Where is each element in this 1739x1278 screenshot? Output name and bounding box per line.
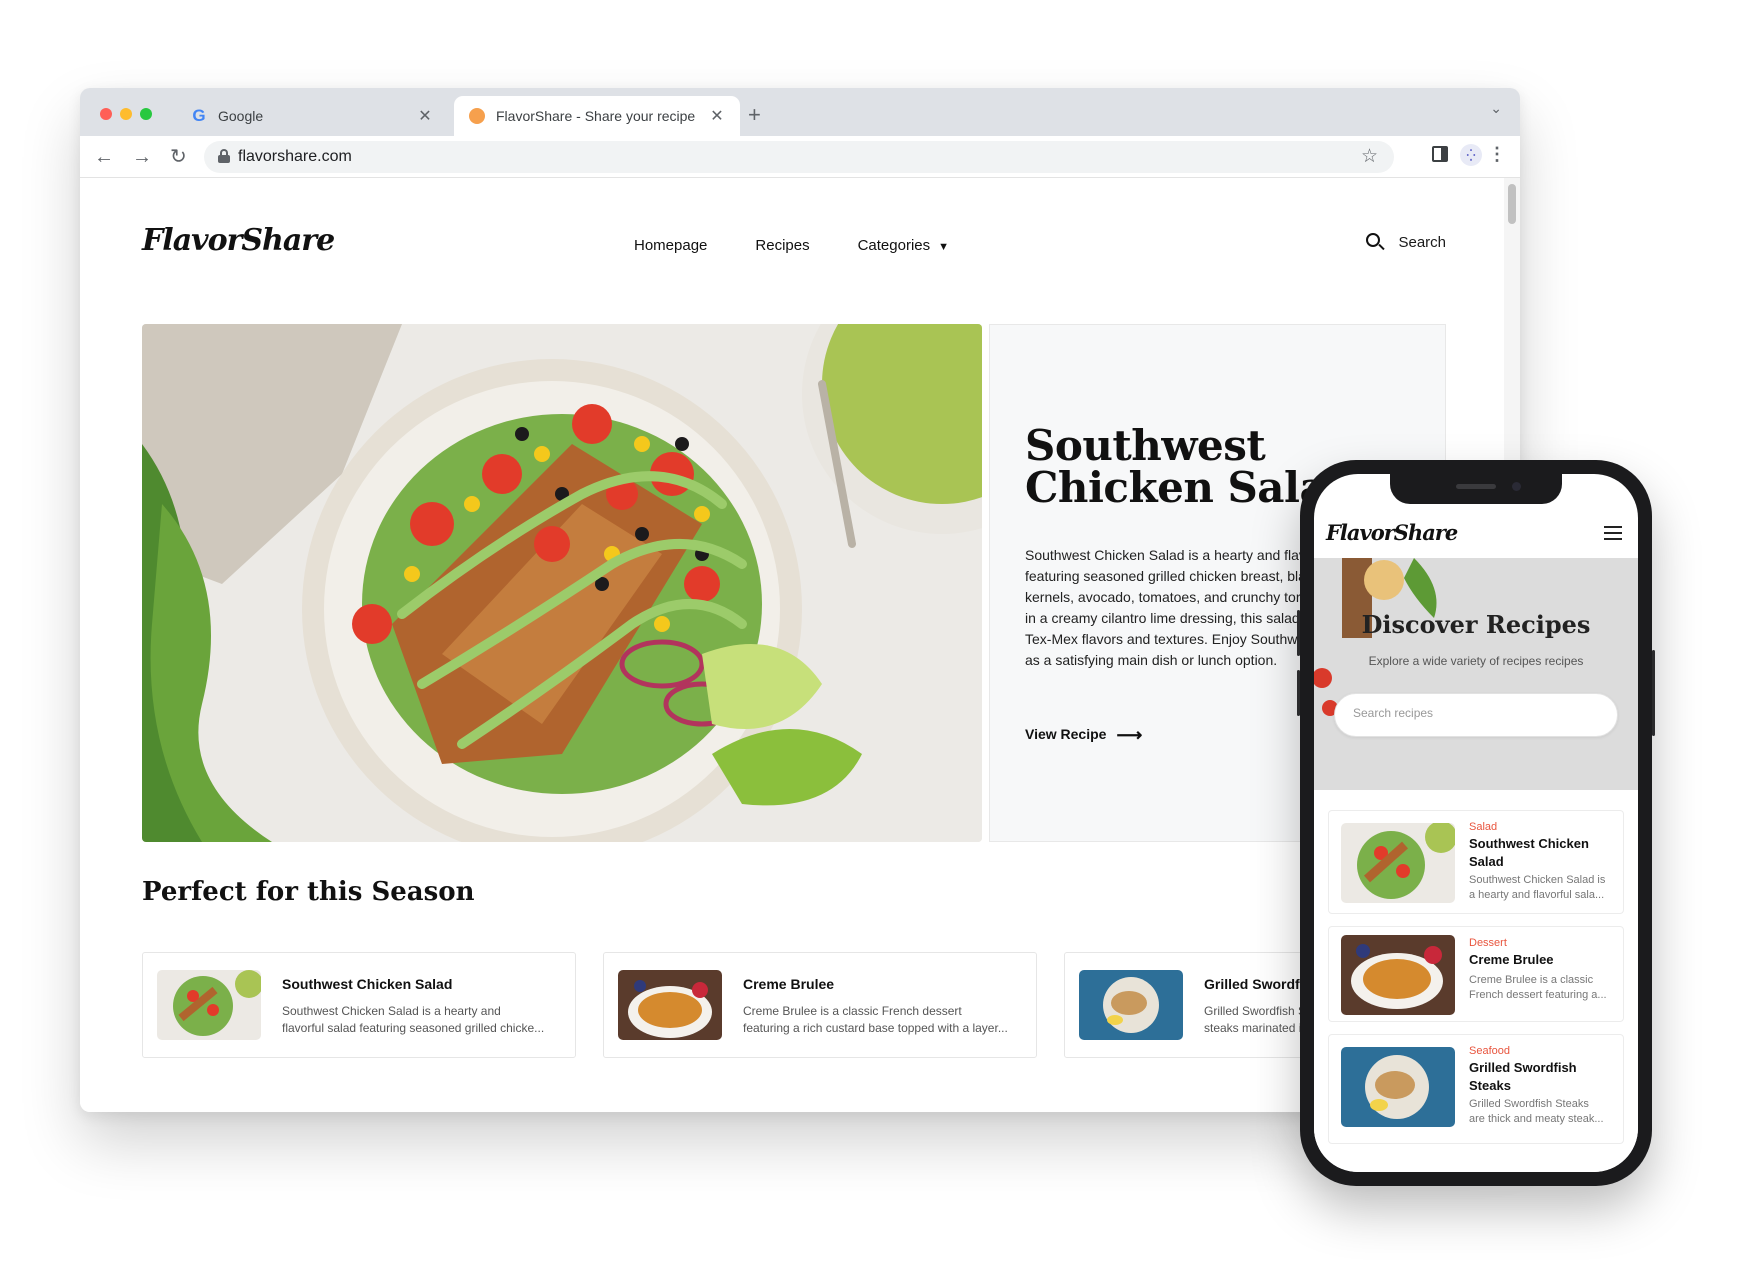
mobile-recipe-card[interactable]: Dessert Creme Brulee Creme Brulee is a c…: [1328, 926, 1624, 1022]
chevron-down-icon: ▼: [938, 241, 950, 253]
close-icon[interactable]: ✕: [708, 106, 726, 126]
nav-recipes[interactable]: Recipes: [755, 237, 809, 254]
chevron-down-icon[interactable]: ⌄: [1490, 100, 1502, 117]
recipe-thumbnail: [1341, 823, 1455, 903]
mobile-hero-background: [1314, 558, 1638, 790]
phone-notch: [1390, 474, 1562, 504]
recipe-thumbnail: [1341, 935, 1455, 1015]
back-arrow-icon[interactable]: ←: [94, 144, 114, 170]
nav-categories-label: Categories: [857, 237, 931, 254]
phone-mockup: FlavorShare Discover Recipes Explore a w…: [1297, 460, 1655, 1186]
google-icon: G: [192, 106, 206, 125]
view-recipe-link[interactable]: View Recipe ⟶: [1025, 725, 1142, 746]
nav-homepage[interactable]: Homepage: [634, 237, 707, 254]
bookmark-star-icon[interactable]: ☆: [1361, 145, 1378, 168]
mobile-hero-subtitle: Explore a wide variety of recipes recipe…: [1368, 654, 1584, 668]
description-line: Southwest Chicken Salad is: [1469, 874, 1606, 886]
hamburger-menu-icon[interactable]: [1604, 526, 1622, 540]
section-title: Perfect for this Season: [142, 877, 475, 907]
mobile-card-description: Creme Brulee is a classic French dessert…: [1469, 973, 1617, 1003]
recipe-card-description: Creme Brulee is a classic French dessert…: [743, 1003, 1023, 1037]
description-line: Grilled Swordfish Steaks: [1469, 1098, 1589, 1110]
recipe-thumbnail: [157, 970, 261, 1040]
recipe-card-title: Southwest Chicken Salad: [282, 976, 453, 992]
address-bar[interactable]: flavorshare.com ☆: [204, 141, 1394, 173]
search-icon: [1366, 233, 1386, 251]
browser-toolbar: ← → ↻ flavorshare.com ☆ ⁛ ⋮: [80, 136, 1520, 178]
scrollbar-thumb[interactable]: [1508, 184, 1516, 224]
recipe-thumbnail: [1341, 1047, 1455, 1127]
site-logo[interactable]: FlavorShare: [142, 223, 335, 258]
hero-salad-image: [142, 324, 982, 842]
page-viewport: FlavorShare Homepage Recipes Categories ▼…: [80, 179, 1504, 1112]
mobile-card-title: Creme Brulee: [1469, 952, 1554, 967]
mobile-recipe-list: Salad Southwest Chicken Salad Southwest …: [1314, 790, 1638, 1172]
nav-categories[interactable]: Categories ▼: [858, 237, 949, 254]
side-panel-icon[interactable]: [1432, 146, 1448, 162]
category-tag: Seafood: [1469, 1045, 1510, 1057]
recipe-cards: Southwest Chicken Salad Southwest Chicke…: [142, 952, 1498, 1058]
mobile-logo[interactable]: FlavorShare: [1326, 520, 1458, 545]
mobile-search-field[interactable]: [1334, 693, 1618, 737]
description-line: Creme Brulee is a classic: [1469, 974, 1594, 986]
tab-flavorshare[interactable]: FlavorShare - Share your recipe ✕: [454, 96, 740, 136]
mobile-recipe-card[interactable]: Salad Southwest Chicken Salad Southwest …: [1328, 810, 1624, 914]
power-button: [1652, 650, 1655, 736]
site-header: FlavorShare Homepage Recipes Categories ▼…: [142, 223, 1446, 273]
mobile-card-title: Grilled Swordfish Steaks: [1469, 1060, 1577, 1093]
description-line: Creme Brulee is a classic French dessert: [743, 1004, 962, 1018]
new-tab-button[interactable]: +: [748, 102, 761, 128]
mobile-hero-title: Discover Recipes: [1361, 610, 1591, 639]
description-line: a hearty and flavorful sala...: [1469, 889, 1605, 901]
arrow-right-icon: ⟶: [1116, 725, 1143, 745]
lock-icon: [218, 149, 230, 163]
volume-down-button: [1297, 670, 1300, 716]
mobile-card-description: Southwest Chicken Salad is a hearty and …: [1469, 873, 1617, 903]
tab-bar: G Google ✕ FlavorShare - Share your reci…: [80, 88, 1520, 136]
tab-google[interactable]: G Google ✕: [176, 96, 448, 136]
tab-title: FlavorShare - Share your recipe: [496, 108, 696, 124]
search-button[interactable]: Search: [1366, 233, 1446, 251]
category-tag: Salad: [1469, 821, 1498, 833]
close-window-button[interactable]: [100, 108, 112, 120]
reload-icon[interactable]: ↻: [170, 144, 187, 170]
tab-title: Google: [218, 108, 264, 124]
maximize-window-button[interactable]: [140, 108, 152, 120]
flavorshare-icon: [468, 107, 486, 125]
description-line: French dessert featuring a...: [1469, 989, 1607, 1001]
view-recipe-label: View Recipe: [1025, 726, 1107, 742]
mobile-recipe-card[interactable]: Seafood Grilled Swordfish Steaks Grilled…: [1328, 1034, 1624, 1144]
recipe-card-title: Creme Brulee: [743, 976, 835, 992]
description-line: featuring a rich custard base topped wit…: [743, 1021, 1008, 1035]
phone-screen: FlavorShare Discover Recipes Explore a w…: [1314, 474, 1638, 1172]
main-nav: Homepage Recipes Categories ▼: [634, 237, 997, 254]
description-line: are thick and meaty steak...: [1469, 1113, 1604, 1125]
search-label: Search: [1398, 233, 1446, 251]
screenshot-stage: G Google ✕ FlavorShare - Share your reci…: [0, 0, 1739, 1278]
mobile-card-title: Southwest Chicken Salad: [1469, 836, 1589, 869]
extension-icon[interactable]: ⁛: [1460, 144, 1482, 166]
more-menu-icon[interactable]: ⋮: [1488, 144, 1506, 165]
forward-arrow-icon[interactable]: →: [132, 144, 152, 170]
url-text[interactable]: flavorshare.com: [238, 148, 352, 166]
recipe-thumbnail: [618, 970, 722, 1040]
hero-section: Southwest Chicken Salad Southwest Chicke…: [142, 324, 1446, 842]
mobile-search-input[interactable]: [1353, 706, 1593, 720]
minimize-window-button[interactable]: [120, 108, 132, 120]
volume-up-button: [1297, 610, 1300, 656]
recipe-card[interactable]: Creme Brulee Creme Brulee is a classic F…: [603, 952, 1037, 1058]
mobile-header: FlavorShare: [1314, 502, 1638, 558]
mobile-card-description: Grilled Swordfish Steaks are thick and m…: [1469, 1097, 1617, 1127]
description-line: Southwest Chicken Salad is a hearty and: [282, 1004, 501, 1018]
close-icon[interactable]: ✕: [416, 106, 434, 126]
recipe-card[interactable]: Southwest Chicken Salad Southwest Chicke…: [142, 952, 576, 1058]
mobile-hero: Discover Recipes Explore a wide variety …: [1314, 558, 1638, 790]
category-tag: Dessert: [1469, 937, 1507, 949]
recipe-card-description: Southwest Chicken Salad is a hearty and …: [282, 1003, 562, 1037]
description-line: flavorful salad featuring seasoned grill…: [282, 1021, 545, 1035]
recipe-thumbnail: [1079, 970, 1183, 1040]
